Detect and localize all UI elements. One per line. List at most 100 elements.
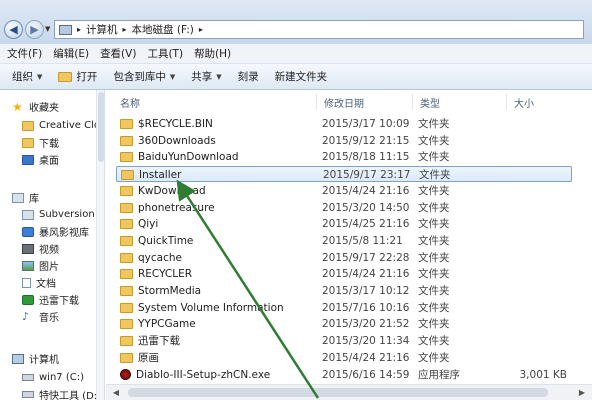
file-date: 2015/4/24 21:16 (322, 184, 410, 197)
sidebar-item-creative-cloud[interactable]: Creative Clo (22, 117, 100, 134)
menu-edit[interactable]: 编辑(E) (50, 46, 97, 61)
burn-label: 刻录 (237, 71, 259, 83)
table-row[interactable]: qycache 2015/9/17 22:28 文件夹 (116, 250, 572, 266)
file-name-cell: KwDownload (120, 183, 206, 199)
recent-pages-chevron-icon[interactable]: ▼ (45, 25, 50, 33)
sidebar-item-videos[interactable]: 视频 (22, 240, 59, 257)
file-date: 2015/6/16 14:59 (322, 368, 410, 381)
folder-icon (58, 71, 73, 82)
column-separator[interactable] (412, 94, 413, 110)
file-date: 2015/3/17 10:09 (322, 118, 410, 130)
sidebar-item-subversion[interactable]: Subversion (22, 206, 95, 223)
open-button[interactable]: 打开 (52, 69, 107, 84)
include-in-library-button[interactable]: 包含到库中 ▼ (107, 69, 185, 84)
table-row[interactable]: KwDownload 2015/4/24 21:16 文件夹 (116, 183, 572, 199)
burn-button[interactable]: 刻录 (232, 69, 269, 84)
file-type: 文件夹 (418, 251, 450, 264)
sidebar-item-documents[interactable]: 文档 (22, 274, 56, 291)
table-row[interactable]: YYPCGame 2015/3/20 21:52 文件夹 (116, 316, 572, 332)
table-row[interactable]: RECYCLER 2015/4/24 21:16 文件夹 (116, 266, 572, 282)
file-size (511, 133, 567, 149)
file-name: StormMedia (138, 285, 202, 297)
breadcrumb-chevron-icon[interactable]: ▸ (77, 25, 81, 34)
column-header-type[interactable]: 类型 (420, 95, 440, 110)
folder-icon (121, 170, 134, 181)
column-header-name[interactable]: 名称 (120, 95, 140, 110)
scrollbar-thumb[interactable] (128, 388, 548, 397)
sidebar-item-thunder-downloads[interactable]: 迅雷下载 (22, 291, 79, 308)
folder-icon (120, 302, 133, 313)
hard-drive-icon (22, 391, 34, 398)
file-type: 应用程序 (418, 368, 460, 381)
file-name: RECYCLER (138, 268, 193, 281)
table-row[interactable]: QuickTime 2015/5/8 11:21 文件夹 (116, 233, 572, 249)
file-name: phonetreasure (138, 201, 215, 214)
sidebar-favorites[interactable]: ★ 收藏夹 (12, 98, 59, 115)
file-date: 2015/3/20 21:52 (322, 318, 410, 331)
file-date: 2015/7/16 10:16 (322, 301, 410, 314)
computer-icon (59, 24, 72, 35)
breadcrumb-computer[interactable]: 计算机 (86, 22, 118, 37)
sidebar-scrollbar[interactable] (96, 90, 104, 400)
column-separator[interactable] (316, 94, 317, 110)
table-row[interactable]: Installer 2015/9/17 23:17 文件夹 (116, 166, 572, 183)
address-field[interactable]: ▸ 计算机 ▸ 本地磁盘 (F:) ▸ (54, 20, 584, 39)
sidebar-item-desktop[interactable]: 桌面 (22, 151, 59, 168)
share-label: 共享 (191, 71, 213, 83)
sidebar-libraries[interactable]: 库 (12, 189, 39, 206)
breadcrumb-drive[interactable]: 本地磁盘 (F:) (132, 22, 194, 37)
menu-file[interactable]: 文件(F) (4, 46, 50, 61)
sidebar-item-music[interactable]: ♪ 音乐 (22, 308, 59, 325)
table-row[interactable]: Diablo-III-Setup-zhCN.exe 2015/6/16 14:59… (116, 367, 572, 383)
folder-icon (22, 137, 34, 148)
column-header-modified[interactable]: 修改日期 (324, 95, 364, 110)
sidebar-item-downloads[interactable]: 下载 (22, 134, 59, 151)
file-name-cell: QuickTime (120, 233, 193, 249)
forward-arrow-icon[interactable]: ▶ (25, 20, 44, 39)
column-header-size[interactable]: 大小 (514, 95, 534, 110)
folder-icon (120, 352, 133, 363)
sidebar-item-label: 特快工具 (D:) (39, 391, 102, 400)
menu-tools[interactable]: 工具(T) (144, 46, 191, 61)
breadcrumb-chevron-icon[interactable]: ▸ (199, 25, 203, 34)
dropdown-arrow-icon: ▼ (216, 72, 222, 81)
sidebar-computer[interactable]: 计算机 (12, 350, 59, 367)
menu-help[interactable]: 帮助(H) (191, 46, 239, 61)
sidebar-item-drive-d[interactable]: 特快工具 (D:) (22, 386, 101, 400)
organize-button[interactable]: 组织 ▼ (6, 69, 52, 84)
table-row[interactable]: 迅雷下载 2015/3/20 11:34 文件夹 (116, 333, 572, 349)
table-row[interactable]: 360Downloads 2015/9/12 21:15 文件夹 (116, 133, 572, 149)
file-date: 2015/3/20 14:50 (322, 201, 410, 214)
menu-view[interactable]: 查看(V) (97, 46, 144, 61)
table-row[interactable]: System Volume Information 2015/7/16 10:16… (116, 300, 572, 316)
folder-icon (120, 119, 133, 129)
share-button[interactable]: 共享 ▼ (185, 69, 231, 84)
file-date: 2015/9/17 22:28 (322, 251, 410, 264)
sidebar-item-pictures[interactable]: 图片 (22, 257, 59, 274)
file-name: System Volume Information (138, 301, 284, 314)
sidebar-item-drive-c[interactable]: win7 (C:) (22, 369, 84, 386)
table-row[interactable]: Qiyi 2015/4/25 21:16 文件夹 (116, 216, 572, 232)
file-name-cell: YYPCGame (120, 316, 196, 332)
table-row[interactable]: phonetreasure 2015/3/20 14:50 文件夹 (116, 200, 572, 216)
horizontal-scrollbar[interactable]: ◀ ▶ (106, 384, 592, 400)
sidebar-item-label: Creative Clo (39, 120, 100, 131)
scroll-left-arrow-icon[interactable]: ◀ (110, 387, 122, 399)
table-row[interactable]: StormMedia 2015/3/17 10:12 文件夹 (116, 283, 572, 299)
file-size (511, 300, 567, 316)
file-list: 名称 修改日期 类型 大小 $RECYCLE.BIN 2015/3/17 10:0… (106, 90, 592, 400)
table-row[interactable]: 原画 2015/4/24 21:16 文件夹 (116, 350, 572, 366)
file-size (511, 149, 567, 165)
folder-icon (120, 152, 133, 163)
column-separator[interactable] (506, 94, 507, 110)
file-name-cell: StormMedia (120, 283, 201, 299)
breadcrumb-chevron-icon[interactable]: ▸ (123, 25, 127, 34)
table-row[interactable]: BaiduYunDownload 2015/8/18 11:15 文件夹 (116, 149, 572, 165)
file-name: Diablo-III-Setup-zhCN.exe (136, 368, 271, 381)
table-row[interactable]: $RECYCLE.BIN 2015/3/17 10:09 文件夹 (116, 116, 572, 132)
new-folder-button[interactable]: 新建文件夹 (269, 69, 338, 84)
scroll-right-arrow-icon[interactable]: ▶ (576, 387, 588, 399)
sidebar-item-baofeng-library[interactable]: 暴风影视库 (22, 223, 89, 240)
scrollbar-thumb[interactable] (98, 92, 104, 162)
back-arrow-icon[interactable]: ◀ (4, 20, 23, 39)
